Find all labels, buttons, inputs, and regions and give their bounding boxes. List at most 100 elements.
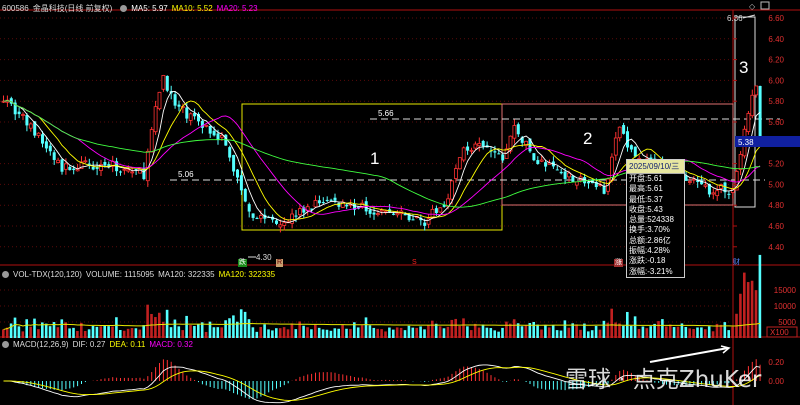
volume-bar xyxy=(758,254,762,338)
volume-bar xyxy=(349,328,352,338)
volume-bar xyxy=(154,317,157,338)
level-label-high: 5.66 xyxy=(378,109,394,118)
candle xyxy=(559,171,563,174)
volume-bar xyxy=(177,326,181,338)
candle xyxy=(185,107,189,119)
candle xyxy=(423,222,427,226)
candle xyxy=(758,85,762,138)
volume-header: VOL-TDX(120,120) VOLUME: 1115095 MA120: 32… xyxy=(2,270,279,279)
candle xyxy=(177,104,181,107)
volume-bar xyxy=(555,330,559,338)
settings-icon[interactable] xyxy=(2,271,9,278)
settings-icon[interactable] xyxy=(120,5,128,12)
volume-bar xyxy=(122,330,126,338)
marker-r[interactable]: R xyxy=(276,259,284,267)
settings-icon[interactable] xyxy=(2,341,9,348)
volume-bar xyxy=(610,308,613,338)
macd-title: MACD(12,26,9) xyxy=(13,340,69,349)
candle xyxy=(333,197,337,201)
marker-up[interactable]: 涨 xyxy=(614,259,623,267)
marker-down[interactable]: 跌 xyxy=(238,259,247,267)
candle xyxy=(691,178,696,181)
candle xyxy=(243,189,247,202)
volume-bar xyxy=(723,322,727,338)
candle xyxy=(161,75,166,90)
volume-bar xyxy=(649,326,652,338)
volume-bar xyxy=(282,327,286,338)
volume-bar xyxy=(419,326,422,338)
low-mark: 4.30 xyxy=(256,253,272,262)
candle xyxy=(153,106,158,133)
candle xyxy=(294,215,298,217)
volume-bar xyxy=(259,326,262,338)
candle xyxy=(738,153,743,170)
diamond-icon[interactable]: ◇ xyxy=(749,2,756,11)
candle-tooltip: 2025/09/10/三 开盘:5.61 最高:5.61 最低:5.37 收盘:… xyxy=(626,159,685,278)
volume-bar xyxy=(181,330,184,338)
candle xyxy=(188,113,193,121)
candle xyxy=(587,181,590,184)
volume-bar xyxy=(29,326,32,338)
volume-bar xyxy=(450,319,454,338)
candle xyxy=(275,220,278,224)
marker-finance[interactable]: 财 xyxy=(732,259,741,267)
tooltip-volume: 总量:524338 xyxy=(629,215,674,225)
volume-bar xyxy=(622,325,625,338)
volume-bar xyxy=(551,325,555,338)
candle xyxy=(539,159,544,162)
candle xyxy=(313,200,318,208)
price-header: 600586 金晶科技(日线 前复权) MA5: 5.97 MA10: 5.52 MA2… xyxy=(2,3,262,14)
volume-bar xyxy=(739,293,742,338)
volume-bar xyxy=(306,327,309,338)
volume-bar xyxy=(251,327,255,338)
volume-bar xyxy=(232,315,235,338)
candle xyxy=(481,140,485,147)
candle xyxy=(383,210,388,213)
volume-bar xyxy=(575,324,578,338)
tooltip-close: 收盘:5.43 xyxy=(629,204,663,214)
volume-bar xyxy=(548,327,551,338)
tooltip-amplitude: 振幅:4.28% xyxy=(629,246,670,256)
box-label-2: 2 xyxy=(583,129,592,148)
volume-bar xyxy=(399,327,403,338)
level-label-low: 5.06 xyxy=(178,170,194,179)
volume-bar xyxy=(583,323,586,338)
candle xyxy=(746,113,751,133)
volume-bar xyxy=(704,329,707,338)
volume-bar xyxy=(692,328,695,338)
volume-bar xyxy=(267,329,270,338)
candle xyxy=(411,219,415,221)
volume-bar xyxy=(746,282,750,338)
current-price: 5.38 xyxy=(738,138,754,147)
volume-bar xyxy=(33,318,36,338)
volume-bar xyxy=(481,324,485,338)
volume-bar xyxy=(146,304,149,338)
dif-value: DIF: 0.27 xyxy=(72,340,106,349)
volume-bar xyxy=(189,325,192,338)
volume-bar xyxy=(200,322,204,338)
candle xyxy=(461,147,466,161)
volume-bar xyxy=(727,330,730,338)
volume-bar xyxy=(72,327,75,338)
volume-bar xyxy=(477,327,481,338)
candle xyxy=(438,207,443,213)
volume-bar xyxy=(707,326,711,338)
volume-tick-label: 10000 xyxy=(774,302,797,311)
volume-bar xyxy=(731,326,734,338)
volume-bar xyxy=(629,325,633,338)
ma5-value: MA5: 5.97 xyxy=(131,4,168,13)
marker-s[interactable]: S xyxy=(411,259,418,267)
candle xyxy=(52,152,56,160)
volume-bar xyxy=(173,319,177,338)
volume-bar xyxy=(462,318,465,338)
window-icon[interactable] xyxy=(760,1,770,10)
volume-bar xyxy=(501,327,504,338)
candle xyxy=(83,160,88,163)
volume-bar xyxy=(520,326,524,338)
candle xyxy=(60,159,64,172)
candle xyxy=(321,201,325,203)
volume-bar xyxy=(197,324,200,338)
volume-bar xyxy=(540,329,543,338)
candle xyxy=(392,213,395,215)
volume-bar xyxy=(423,329,426,338)
